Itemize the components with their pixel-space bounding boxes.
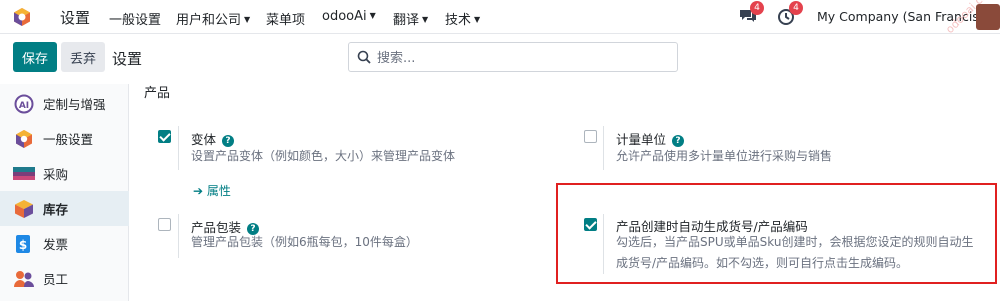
page-title: 设置 [112, 50, 143, 68]
setting-description: 允许产品使用多计量单位进行采购与销售 [616, 149, 833, 163]
setting-description: 设置产品变体（例如颜色，大小）来管理产品变体 [191, 149, 456, 163]
caret-down-icon: ▼ [369, 11, 376, 20]
nav-translations[interactable]: 翻译 ▼ [393, 9, 428, 28]
top-navbar: 设置 一般设置 用户和公司 ▼ 菜单项 odooAi ▼ 翻译 ▼ 技术 ▼ 4 4 M… [0, 0, 1000, 36]
ai-icon: AI [14, 94, 34, 113]
odoo-apps-menu-icon[interactable] [12, 7, 32, 27]
caret-down-icon: ▼ [244, 15, 251, 24]
purchase-icon [13, 166, 35, 180]
sidebar-item-employees[interactable]: 员工 [0, 261, 129, 296]
search-icon [357, 50, 371, 64]
app-title[interactable]: 设置 [60, 7, 90, 28]
settings-sidebar: AI 定制与增强 一般设置 采购 库存 $ 发票 员工 [0, 84, 129, 301]
svg-text:AI: AI [19, 101, 29, 111]
save-button[interactable]: 保存 [13, 42, 57, 72]
sidebar-item-invoicing[interactable]: $ 发票 [0, 226, 129, 261]
sidebar-item-purchase[interactable]: 采购 [0, 156, 129, 191]
uom-checkbox[interactable] [584, 130, 597, 143]
activities-button[interactable]: 4 [777, 1, 803, 26]
nav-technical[interactable]: 技术 ▼ [445, 9, 480, 28]
setting-divider [178, 214, 179, 258]
sidebar-item-label: 发票 [43, 237, 69, 252]
messages-count-badge: 4 [750, 1, 764, 15]
section-title: 产品 [144, 86, 171, 101]
highlight-box [556, 183, 997, 284]
setting-description: 管理产品包装（例如6瓶每包，10件每盒） [191, 235, 418, 249]
employees-icon [14, 270, 34, 287]
search-input[interactable] [377, 48, 667, 68]
setting-divider [178, 126, 179, 170]
sidebar-item-label: 员工 [43, 272, 69, 287]
sidebar-item-label: 定制与增强 [43, 97, 106, 112]
messages-button[interactable]: 4 [738, 1, 764, 26]
activities-count-badge: 4 [789, 1, 803, 15]
packaging-checkbox[interactable] [158, 218, 171, 231]
sidebar-item-label: 库存 [43, 202, 69, 217]
search-box[interactable] [348, 42, 678, 72]
caret-down-icon: ▼ [422, 15, 429, 24]
variants-checkbox[interactable] [158, 130, 171, 143]
arrow-right-icon: ➔ [193, 184, 207, 198]
svg-text:$: $ [19, 238, 27, 252]
setting-divider [603, 126, 604, 170]
nav-odooai[interactable]: odooAi ▼ [322, 9, 376, 24]
sidebar-item-label: 采购 [43, 167, 69, 182]
inventory-icon [15, 199, 33, 218]
sidebar-item-label: 一般设置 [43, 132, 94, 147]
sidebar-item-general[interactable]: 一般设置 [0, 121, 129, 156]
caret-down-icon: ▼ [474, 15, 481, 24]
sidebar-item-customize[interactable]: AI 定制与增强 [0, 86, 129, 121]
nav-menu-items[interactable]: 菜单项 [266, 9, 305, 28]
odoo-logo-icon [16, 129, 32, 148]
invoicing-icon: $ [16, 234, 30, 253]
nav-users-companies[interactable]: 用户和公司 ▼ [176, 9, 250, 28]
attributes-link[interactable]: ➔ 属性 [193, 182, 231, 199]
user-avatar[interactable] [976, 4, 1000, 30]
sidebar-item-inventory[interactable]: 库存 [0, 191, 129, 226]
nav-general-settings[interactable]: 一般设置 [109, 9, 161, 28]
discard-button[interactable]: 丢弃 [61, 42, 105, 72]
